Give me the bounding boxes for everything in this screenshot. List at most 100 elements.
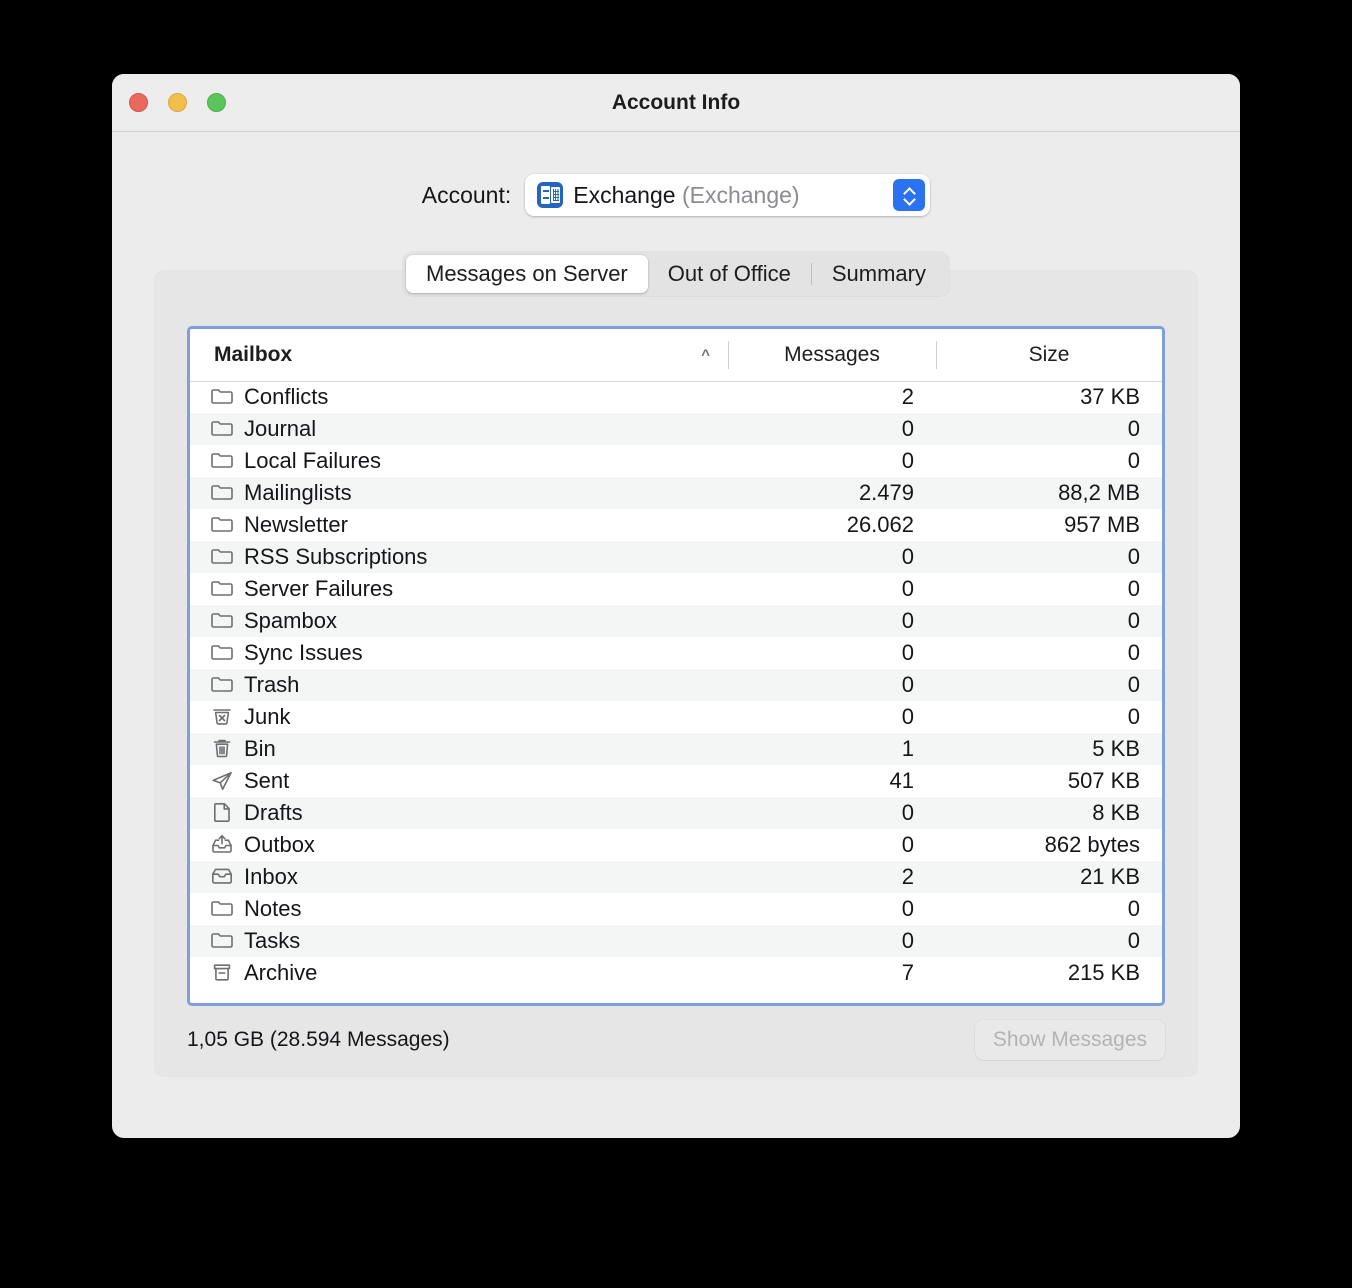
- mailbox-size-cell: 8 KB: [1092, 800, 1140, 825]
- inbox-icon: [210, 866, 234, 888]
- archive-icon: [210, 962, 234, 984]
- mailbox-name-cell: Spambox: [190, 605, 728, 637]
- tab-out-of-office[interactable]: Out of Office: [648, 255, 811, 293]
- sort-ascending-icon: ^: [701, 346, 710, 364]
- close-button[interactable]: [129, 93, 148, 112]
- table-row[interactable]: Mailinglists 2.479 88,2 MB: [190, 477, 1162, 509]
- mailbox-name-label: Newsletter: [244, 512, 348, 537]
- mailbox-name-label: Sent: [244, 768, 290, 793]
- account-popup-value: Exchange (Exchange): [573, 182, 799, 209]
- mailbox-size-cell: 5 KB: [1092, 736, 1140, 761]
- table-row[interactable]: Conflicts 2 37 KB: [190, 381, 1162, 413]
- table-row[interactable]: Journal 0 0: [190, 413, 1162, 445]
- tab-summary[interactable]: Summary: [812, 255, 946, 293]
- messages-count-cell: 2: [901, 384, 914, 410]
- table-row[interactable]: Server Failures 0 0: [190, 573, 1162, 605]
- exchange-icon: [537, 182, 564, 208]
- account-stepper-icon[interactable]: [893, 179, 926, 211]
- table-row[interactable]: Sync Issues 0 0: [190, 637, 1162, 669]
- outbox-icon: [210, 834, 234, 856]
- show-messages-button[interactable]: Show Messages: [974, 1020, 1165, 1060]
- tab-messages-on-server[interactable]: Messages on Server: [406, 255, 648, 293]
- mailbox-name-label: Mailinglists: [244, 480, 352, 505]
- table-row[interactable]: Drafts 0 8 KB: [190, 797, 1162, 829]
- messages-count-cell: 0: [901, 896, 914, 921]
- account-info-window: Account Info Account: Exchange (Exchange…: [112, 74, 1240, 1138]
- mailbox-size-cell: 0: [1127, 672, 1140, 697]
- messages-count-cell: 0: [901, 448, 914, 473]
- table-row[interactable]: Archive 7 215 KB: [190, 957, 1162, 989]
- mailbox-name-label: Spambox: [244, 608, 337, 633]
- chevron-down-icon: [904, 197, 915, 203]
- mailbox-name-cell: RSS Subscriptions: [190, 541, 728, 573]
- mailbox-name-cell: Notes: [190, 893, 728, 925]
- mailbox-size-cell: 0: [1127, 704, 1140, 729]
- messages-count-cell: 0: [901, 576, 914, 601]
- folder-icon: [210, 642, 234, 664]
- messages-count-cell: 0: [901, 704, 914, 729]
- mailbox-name-label: RSS Subscriptions: [244, 544, 428, 569]
- mailbox-name-label: Trash: [244, 672, 300, 697]
- table-row[interactable]: RSS Subscriptions 0 0: [190, 541, 1162, 573]
- mailbox-size-cell: 88,2 MB: [1058, 480, 1140, 505]
- folder-icon: [210, 930, 234, 952]
- mailbox-name-cell: Journal: [190, 413, 728, 445]
- mailbox-name-label: Notes: [244, 896, 302, 921]
- table-row[interactable]: Outbox 0 862 bytes: [190, 829, 1162, 861]
- mailbox-size-cell: 21 KB: [1080, 864, 1140, 889]
- mailbox-name-label: Drafts: [244, 800, 303, 825]
- mailbox-name-label: Sync Issues: [244, 640, 363, 665]
- messages-count-cell: 26.062: [846, 512, 914, 537]
- minimize-button[interactable]: [168, 93, 187, 112]
- table-row[interactable]: Tasks 0 0: [190, 925, 1162, 957]
- traffic-lights: [129, 93, 226, 112]
- trash-icon: [210, 738, 234, 760]
- mailbox-size-cell: 0: [1127, 896, 1140, 921]
- mailbox-name-label: Journal: [244, 416, 317, 441]
- mailbox-name-cell: Tasks: [190, 925, 728, 957]
- mailbox-size-cell: 0: [1127, 608, 1140, 633]
- mailbox-table[interactable]: Mailbox ^ Messages Size Conflicts 2 37 KB J…: [187, 326, 1165, 1006]
- table-row[interactable]: Trash 0 0: [190, 669, 1162, 701]
- column-header-messages[interactable]: Messages: [728, 329, 936, 382]
- table-row[interactable]: Inbox 2 21 KB: [190, 861, 1162, 893]
- zoom-button[interactable]: [207, 93, 226, 112]
- tab-bar: Messages on Server Out of Office Summary: [112, 252, 1240, 296]
- account-type: (Exchange): [681, 181, 800, 208]
- table-row[interactable]: Spambox 0 0: [190, 605, 1162, 637]
- mailbox-name-cell: Sent: [190, 765, 728, 797]
- messages-count-cell: 0: [901, 544, 914, 569]
- column-header-size[interactable]: Size: [936, 329, 1162, 382]
- table-row[interactable]: Junk 0 0: [190, 701, 1162, 733]
- drafts-icon: [210, 802, 234, 824]
- table-row[interactable]: Sent 41 507 KB: [190, 765, 1162, 797]
- messages-count-cell: 7: [901, 960, 914, 985]
- messages-count-cell: 1: [901, 736, 914, 761]
- messages-count-cell: 0: [901, 416, 914, 441]
- column-header-mailbox-label: Mailbox: [214, 342, 293, 366]
- mailbox-size-cell: 0: [1127, 416, 1140, 441]
- mailbox-name-label: Conflicts: [244, 384, 329, 410]
- table-header-row: Mailbox ^ Messages Size: [190, 329, 1162, 382]
- mailbox-name-cell: Sync Issues: [190, 637, 728, 669]
- messages-count-cell: 41: [889, 768, 914, 793]
- messages-count-cell: 0: [901, 832, 914, 857]
- table-row[interactable]: Local Failures 0 0: [190, 445, 1162, 477]
- mailbox-name-cell: Junk: [190, 701, 728, 733]
- table-row[interactable]: Bin 1 5 KB: [190, 733, 1162, 765]
- folder-icon: [210, 610, 234, 632]
- column-header-mailbox[interactable]: Mailbox ^: [190, 329, 728, 382]
- mailbox-name-cell: Newsletter: [190, 509, 728, 541]
- table-row[interactable]: Newsletter 26.062 957 MB: [190, 509, 1162, 541]
- mailbox-name-cell: Outbox: [190, 829, 728, 861]
- folder-icon: [210, 418, 234, 440]
- folder-icon: [210, 898, 234, 920]
- total-summary-label: 1,05 GB (28.594 Messages): [187, 1028, 450, 1051]
- mailbox-name-cell: Inbox: [190, 861, 728, 893]
- account-selector-row: Account: Exchange (Exchange): [112, 174, 1240, 216]
- messages-count-cell: 0: [901, 800, 914, 825]
- messages-count-cell: 2: [901, 864, 914, 889]
- account-popup-button[interactable]: Exchange (Exchange): [525, 174, 931, 216]
- mailbox-name-cell: Drafts: [190, 797, 728, 829]
- table-row[interactable]: Notes 0 0: [190, 893, 1162, 925]
